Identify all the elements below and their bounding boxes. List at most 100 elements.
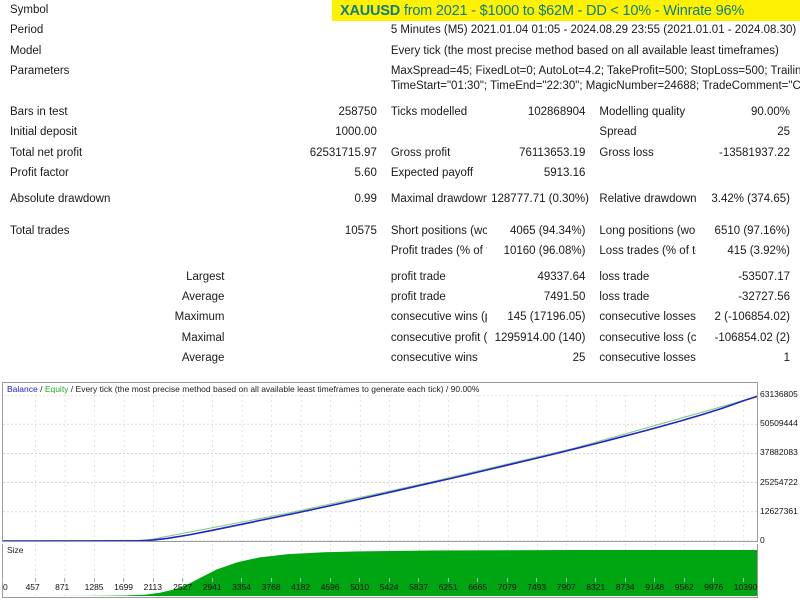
maximal-label: Maximal [181, 331, 225, 344]
x-axis-tick-mark [565, 578, 567, 582]
x-axis-tick: 8734 [615, 582, 635, 592]
y-axis-tick: 0 [760, 535, 765, 545]
x-axis-tick: 5010 [350, 582, 370, 592]
absolute-drawdown-label: Absolute drawdown [10, 193, 111, 206]
relative-drawdown-label: Relative drawdown [599, 193, 696, 206]
spread-value: 25 [777, 126, 790, 139]
max-consecutive-wins-value: 145 (17196.05) [507, 311, 586, 324]
short-positions-label: Short positions (won %) [390, 224, 488, 237]
x-axis-tick: 9562 [674, 582, 694, 592]
model-value: Every tick (the most precise method base… [390, 44, 779, 57]
max-consecutive-losses-label: consecutive losses (loss in money) [599, 311, 696, 324]
report-row-profit-trades: Profit trades (% of total) 10160 (96.08%… [0, 241, 800, 261]
long-positions-value: 6510 (97.16%) [714, 224, 790, 237]
report-row-net-profit: Total net profit 62531715.97 Gross profi… [0, 143, 800, 163]
loss-trades-value: 415 (3.92%) [727, 245, 790, 258]
bars-in-test-label: Bars in test [10, 105, 68, 118]
largest-profit-trade-label: profit trade [390, 270, 446, 283]
x-axis-tick-mark [270, 578, 272, 582]
report-row-deposit: Initial deposit 1000.00 Spread 25 [0, 122, 800, 142]
average-profit-trade-label: profit trade [390, 290, 446, 303]
max-consecutive-losses-value: 2 (-106854.02) [714, 311, 790, 324]
report-row-model: Model Every tick (the most precise metho… [0, 41, 800, 61]
chart-svg [3, 395, 757, 541]
x-axis-tick-mark [329, 578, 331, 582]
max-consecutive-wins-label: consecutive wins (profit in money) [390, 311, 487, 324]
report-row-bars: Bars in test 258750 Ticks modelled 10286… [0, 96, 800, 122]
legend-description: / Every tick (the most precise method ba… [68, 384, 480, 394]
x-axis-tick: 6251 [438, 582, 458, 592]
size-subchart-label: Size [7, 545, 24, 555]
model-label: Model [10, 44, 42, 57]
total-trades-value: 10575 [344, 224, 377, 237]
x-axis-tick-mark [506, 578, 508, 582]
x-axis-tick: 7493 [527, 582, 547, 592]
maximal-consecutive-profit-value: 1295914.00 (140) [494, 331, 586, 344]
largest-loss-trade-label: loss trade [599, 270, 650, 283]
report-row-parameters: Parameters MaxSpread=45; FixedLot=0; Aut… [0, 61, 800, 96]
x-axis-tick: 457 [25, 582, 40, 592]
relative-drawdown-value: 3.42% (374.65) [711, 193, 790, 206]
average2-label: Average [181, 352, 225, 364]
x-axis-tick-mark [595, 578, 597, 582]
x-axis-tick: 2113 [143, 582, 162, 592]
avg-consecutive-losses-label: consecutive losses [599, 352, 696, 364]
x-axis-tick: 8321 [586, 582, 606, 592]
avg-consecutive-wins-label: consecutive wins [390, 352, 478, 364]
total-net-profit-label: Total net profit [10, 146, 83, 159]
bars-in-test-value: 258750 [338, 105, 377, 118]
maximal-consecutive-loss-value: -106854.02 (2) [714, 331, 790, 344]
x-axis-tick-mark [123, 578, 125, 582]
profit-trades-value: 10160 (96.08%) [503, 245, 586, 258]
ticks-modelled-value: 102868904 [527, 105, 586, 118]
x-axis-tick-mark [359, 578, 361, 582]
gross-profit-value: 76113653.19 [519, 146, 586, 159]
short-positions-value: 4065 (94.34%) [509, 224, 586, 237]
chart-x-axis: 0 457 871 1285 1699 2113 2527 2941 3354 3768 4182 4… [0, 578, 800, 598]
parameters-label: Parameters [10, 65, 70, 78]
report-row-maximum: Maximum consecutive wins (profit in mone… [0, 307, 800, 327]
average-loss-trade-value: -32727.56 [738, 290, 790, 303]
average-label: Average [181, 290, 225, 303]
period-value: 5 Minutes (M5) 2021.01.04 01:05 - 2024.0… [390, 24, 797, 37]
report-row-total-trades: Total trades 10575 Short positions (won … [0, 210, 800, 241]
avg-consecutive-wins-value: 25 [572, 352, 586, 364]
x-axis-tick: 4596 [320, 582, 340, 592]
report-row-largest: Largest profit trade 49337.64 loss trade… [0, 262, 800, 287]
absolute-drawdown-value: 0.99 [354, 193, 377, 206]
y-axis-tick: 63136805 [760, 389, 798, 399]
modelling-quality-label: Modelling quality [599, 105, 686, 118]
report-row-average: Average profit trade 7491.50 loss trade … [0, 287, 800, 307]
x-axis-tick-mark [477, 578, 479, 582]
maximal-consecutive-profit-label: consecutive profit (count of wins) [390, 331, 488, 344]
legend-balance: Balance [7, 384, 38, 394]
x-axis-tick-mark [300, 578, 302, 582]
report-row-profit-factor: Profit factor 5.60 Expected payoff 5913.… [0, 163, 800, 183]
x-axis-tick-mark [93, 578, 95, 582]
profit-trades-label: Profit trades (% of total) [390, 245, 487, 258]
x-axis-tick: 1699 [114, 582, 134, 592]
x-axis-tick-mark [713, 578, 715, 582]
symbol-label: Symbol [10, 4, 49, 16]
initial-deposit-value: 1000.00 [335, 126, 377, 139]
x-axis-tick: 9148 [645, 582, 665, 592]
chart-y-axis: 0 12627361 25254722 37882083 50509444 6313680… [760, 382, 800, 545]
long-positions-label: Long positions (won %) [599, 224, 696, 237]
promo-banner-text: XAUUSD from 2021 - $1000 to $62M - DD < … [340, 3, 744, 19]
balance-equity-chart: Balance / Equity / Every tick (the most … [0, 382, 800, 600]
period-label: Period [10, 24, 44, 37]
spread-label: Spread [599, 126, 637, 139]
maximal-consecutive-loss-label: consecutive loss (count of losses) [599, 331, 696, 344]
gross-profit-label: Gross profit [390, 146, 451, 159]
promo-banner: XAUUSD from 2021 - $1000 to $62M - DD < … [332, 0, 800, 21]
chart-legend: Balance / Equity / Every tick (the most … [7, 384, 479, 394]
x-axis-tick: 4182 [291, 582, 311, 592]
gross-loss-value: -13581937.22 [719, 146, 790, 159]
maximal-drawdown-label: Maximal drawdown [390, 193, 488, 206]
x-axis-tick: 3354 [232, 582, 252, 592]
profit-factor-value: 5.60 [354, 167, 377, 179]
x-axis-tick: 9976 [704, 582, 724, 592]
x-axis-tick-mark [2, 578, 3, 582]
x-axis-tick-mark [683, 578, 685, 582]
y-axis-tick: 25254722 [760, 476, 798, 487]
